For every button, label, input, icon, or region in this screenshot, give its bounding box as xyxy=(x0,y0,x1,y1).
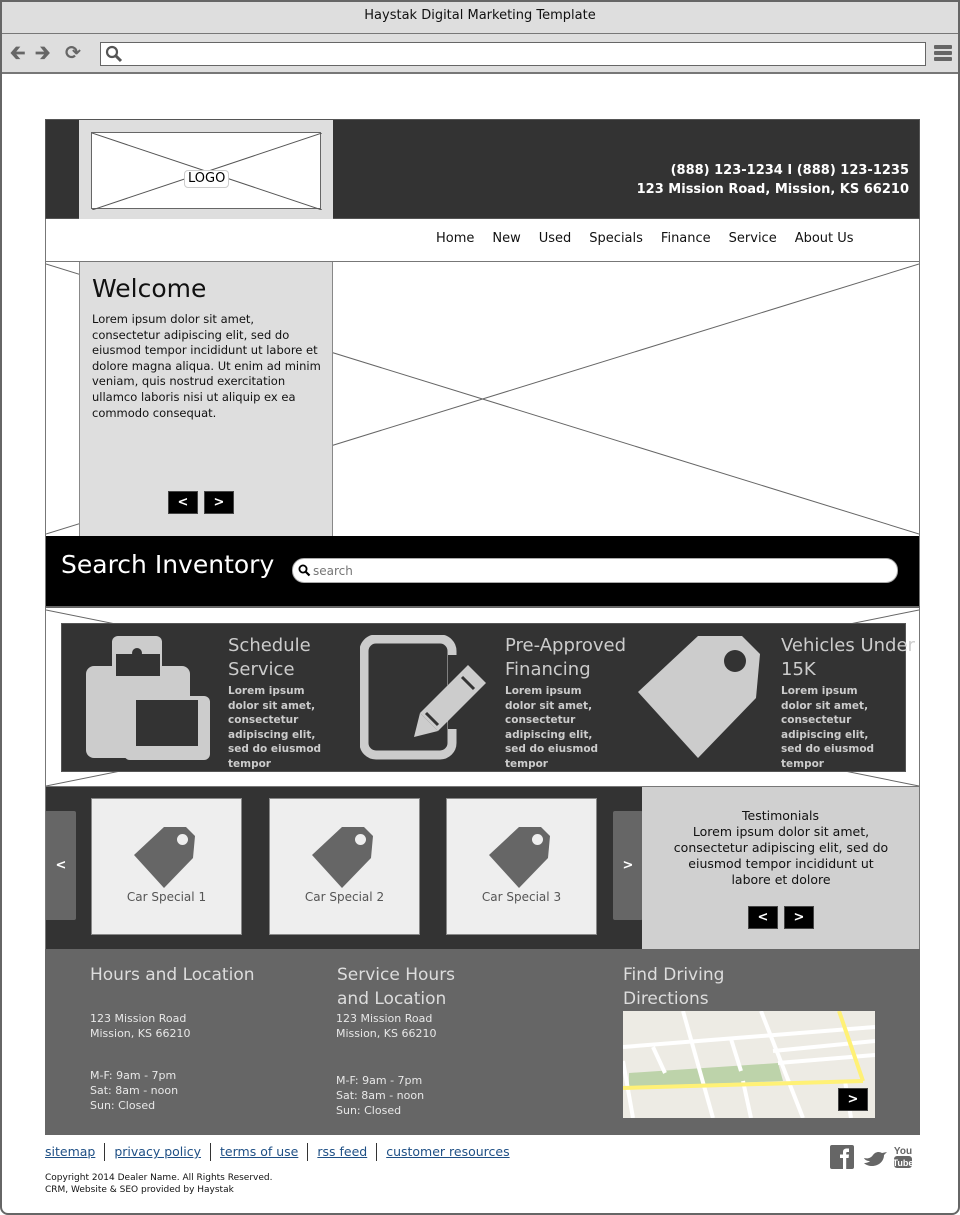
address-line: 123 Mission Road xyxy=(90,1012,187,1025)
address-line: Mission, KS 66210 xyxy=(90,1027,191,1040)
car-special-card[interactable]: Car Special 1 xyxy=(91,798,242,935)
back-arrow-icon[interactable]: 🡰 xyxy=(10,43,25,63)
twitter-icon[interactable] xyxy=(862,1150,888,1168)
car-special-label: Car Special 1 xyxy=(126,890,207,904)
credit-text: CRM, Website & SEO provided by Haystak xyxy=(45,1185,234,1195)
feature-text: Lorem ipsum dolor sit amet, consectetur … xyxy=(781,685,875,770)
hamburger-menu-icon[interactable] xyxy=(934,45,952,62)
car-specials-carousel: < Car Special 1 Car Special 2 Car Specia… xyxy=(45,787,643,949)
welcome-text: Lorem ipsum dolor sit amet, consectetur … xyxy=(92,312,321,420)
price-tag-icon xyxy=(134,827,195,888)
feature-text: Lorem ipsum dolor sit amet, consectetur … xyxy=(505,685,599,770)
footer-links: sitemap privacy policy terms of use rss … xyxy=(45,1143,519,1161)
welcome-panel: Welcome Lorem ipsum dolor sit amet, cons… xyxy=(79,262,333,536)
main-nav: Home New Used Specials Finance Service A… xyxy=(45,219,920,262)
footer-link-sitemap[interactable]: sitemap xyxy=(45,1143,104,1161)
browser-toolbar: 🡰 🡲 ⟳ xyxy=(2,34,958,74)
search-field[interactable] xyxy=(292,558,898,583)
youtube-icon[interactable]: You Tube xyxy=(893,1145,913,1169)
dealer-address: 123 Mission Road, Mission, KS 66210 xyxy=(636,182,909,197)
price-tag-icon xyxy=(489,827,550,888)
testimonials-next-button[interactable]: > xyxy=(784,906,814,929)
car-special-card[interactable]: Car Special 2 xyxy=(269,798,420,935)
footer-link-terms-of-use[interactable]: terms of use xyxy=(210,1143,307,1161)
specials-row: < Car Special 1 Car Special 2 Car Specia… xyxy=(45,787,920,949)
svg-text:Tube: Tube xyxy=(893,1158,913,1168)
forward-arrow-icon[interactable]: 🡲 xyxy=(35,43,50,63)
specials-next-button[interactable]: > xyxy=(613,811,643,920)
hours-line: Sat: 8am - noon xyxy=(336,1089,425,1102)
search-icon xyxy=(298,564,311,577)
price-tag-icon xyxy=(312,827,373,888)
logo-placeholder[interactable]: LOGO xyxy=(91,132,322,210)
testimonial-text: Lorem ipsum dolor sit amet, consectetur … xyxy=(673,824,889,887)
search-inventory-bar: Search Inventory xyxy=(45,536,920,606)
site-header: LOGO (888) 123-1234 I (888) 123-1235 123… xyxy=(45,119,920,219)
contact-info: (888) 123-1234 I (888) 123-1235 123 Miss… xyxy=(637,161,909,199)
hero-prev-button[interactable]: < xyxy=(168,491,198,514)
location-hours: M-F: 9am - 7pm Sat: 8am - noon Sun: Clos… xyxy=(336,1073,424,1118)
logo-panel: LOGO xyxy=(79,120,333,219)
footer-link-rss-feed[interactable]: rss feed xyxy=(307,1143,376,1161)
copyright-block: Copyright 2014 Dealer Name. All Rights R… xyxy=(45,1172,272,1196)
feature-text: Lorem ipsum dolor sit amet, consectetur … xyxy=(228,685,322,770)
window-title: Haystak Digital Marketing Template xyxy=(2,2,958,34)
nav-finance[interactable]: Finance xyxy=(661,231,711,246)
page-content: LOGO (888) 123-1234 I (888) 123-1235 123… xyxy=(45,119,920,1135)
phone-numbers: (888) 123-1234 I (888) 123-1235 xyxy=(670,163,909,178)
feature-schedule-service[interactable]: Schedule Service Lorem ipsum dolor sit a… xyxy=(62,624,342,773)
location-address: 123 Mission Road Mission, KS 66210 xyxy=(336,1011,436,1041)
nav-about-us[interactable]: About Us xyxy=(795,231,854,246)
location-address: 123 Mission Road Mission, KS 66210 xyxy=(90,1011,190,1041)
feature-vehicles-under-15k[interactable]: Vehicles Under 15K Lorem ipsum dolor sit… xyxy=(622,624,915,773)
clipboard-icon xyxy=(86,636,210,760)
feature-panel: Schedule Service Lorem ipsum dolor sit a… xyxy=(61,623,915,773)
search-icon xyxy=(105,45,123,63)
address-line: 123 Mission Road xyxy=(336,1012,433,1025)
location-title: Hours and Location xyxy=(90,965,255,985)
address-bar[interactable] xyxy=(100,42,926,66)
svg-text:You: You xyxy=(894,1146,912,1157)
car-special-card[interactable]: Car Special 3 xyxy=(446,798,597,935)
hours-line: Sun: Closed xyxy=(90,1099,156,1112)
price-tag-icon xyxy=(638,636,760,758)
car-special-label: Car Special 3 xyxy=(481,890,562,904)
feature-pre-approved-financing[interactable]: Pre-Approved Financing Lorem ipsum dolor… xyxy=(342,624,626,773)
location-title: Service Hours and Location xyxy=(337,965,456,1009)
nav-home[interactable]: Home xyxy=(436,231,474,246)
testimonials-prev-button[interactable]: < xyxy=(748,906,778,929)
directions-map[interactable]: > xyxy=(623,1011,875,1118)
specials-prev-button[interactable]: < xyxy=(46,811,76,920)
testimonials-panel: Testimonials Lorem ipsum dolor sit amet,… xyxy=(642,787,920,949)
nav-specials[interactable]: Specials xyxy=(589,231,643,246)
search-input[interactable] xyxy=(313,562,883,580)
footer-link-privacy-policy[interactable]: privacy policy xyxy=(104,1143,210,1161)
search-inventory-title: Search Inventory xyxy=(61,550,275,579)
hours-line: Sat: 8am - noon xyxy=(90,1084,179,1097)
nav-new[interactable]: New xyxy=(492,231,520,246)
hours-line: M-F: 9am - 7pm xyxy=(336,1074,423,1087)
facebook-icon[interactable] xyxy=(830,1145,854,1169)
hero-banner: Welcome Lorem ipsum dolor sit amet, cons… xyxy=(45,262,920,536)
edit-icon xyxy=(360,635,486,760)
logo-label: LOGO xyxy=(184,170,230,188)
footer-link-customer-resources[interactable]: customer resources xyxy=(376,1143,518,1161)
directions-go-button[interactable]: > xyxy=(838,1088,868,1111)
hours-line: M-F: 9am - 7pm xyxy=(90,1069,177,1082)
address-line: Mission, KS 66210 xyxy=(336,1027,437,1040)
hours-line: Sun: Closed xyxy=(336,1104,402,1117)
welcome-title: Welcome xyxy=(92,274,207,303)
features-section: Schedule Service Lorem ipsum dolor sit a… xyxy=(45,606,920,787)
hero-next-button[interactable]: > xyxy=(204,491,234,514)
locations-footer: Hours and Location 123 Mission Road Miss… xyxy=(45,949,920,1135)
reload-icon[interactable]: ⟳ xyxy=(65,43,81,63)
copyright-text: Copyright 2014 Dealer Name. All Rights R… xyxy=(45,1173,273,1183)
car-special-label: Car Special 2 xyxy=(304,890,385,904)
nav-used[interactable]: Used xyxy=(539,231,572,246)
testimonials-title: Testimonials xyxy=(742,808,819,823)
feature-title: Vehicles Under 15K xyxy=(781,635,915,680)
location-hours: M-F: 9am - 7pm Sat: 8am - noon Sun: Clos… xyxy=(90,1068,178,1113)
directions-title: Find Driving Directions xyxy=(623,965,725,1009)
nav-service[interactable]: Service xyxy=(729,231,777,246)
